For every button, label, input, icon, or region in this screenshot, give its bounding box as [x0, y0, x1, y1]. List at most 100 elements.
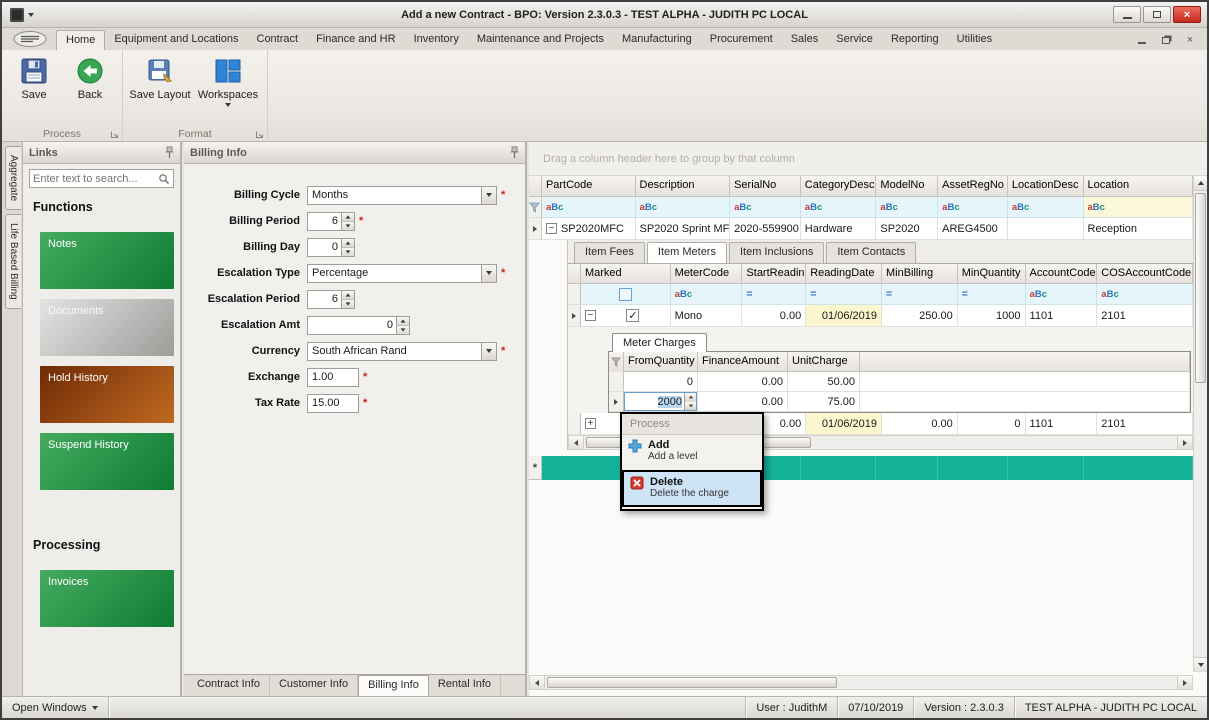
ribbon-tab-utilities[interactable]: Utilities [948, 30, 1001, 50]
grid-horizontal-scrollbar[interactable] [529, 675, 1193, 690]
open-windows-button[interactable]: Open Windows [2, 697, 108, 718]
stepper-arrows-icon[interactable] [684, 393, 696, 410]
tab-meter-charges[interactable]: Meter Charges [612, 333, 707, 352]
filter-cell-assetregno[interactable]: aBc [938, 197, 1008, 218]
suspend-history-tile[interactable]: Suspend History [40, 433, 174, 490]
column-header-partcode[interactable]: PartCode [542, 176, 636, 197]
filter-cell-serialno[interactable]: aBc [730, 197, 801, 218]
mdi-close-button[interactable]: × [1181, 33, 1199, 47]
table-row[interactable]: 2000 0.00 75.00 [609, 392, 1190, 412]
column-header-metercode[interactable]: MeterCode [671, 264, 743, 284]
scroll-left-icon[interactable] [530, 676, 545, 689]
column-header-financeamount[interactable]: FinanceAmount [698, 352, 788, 372]
chevron-down-icon[interactable] [481, 343, 496, 360]
invoices-tile[interactable]: Invoices [40, 570, 174, 627]
column-header-minquantity[interactable]: MinQuantity [958, 264, 1026, 284]
save-layout-button[interactable]: Save Layout [129, 54, 191, 101]
column-header-serialno[interactable]: SerialNo [730, 176, 801, 197]
tab-item-fees[interactable]: Item Fees [574, 242, 645, 263]
context-menu-delete[interactable]: Delete Delete the charge [622, 470, 762, 507]
billing-cycle-select[interactable]: Months [307, 186, 497, 205]
currency-select[interactable]: South African Rand [307, 342, 497, 361]
scroll-right-icon[interactable] [1177, 436, 1192, 449]
mdi-minimize-button[interactable] [1133, 33, 1151, 47]
filter-cell-readingdate[interactable]: = [806, 284, 882, 305]
escalation-type-select[interactable]: Percentage [307, 264, 497, 283]
column-header-marked[interactable]: Marked [581, 264, 671, 284]
table-row[interactable]: 0 0.00 50.00 [609, 372, 1190, 392]
column-header-unitcharge[interactable]: UnitCharge [788, 352, 860, 372]
column-header-description[interactable]: Description [636, 176, 731, 197]
group-dialog-launcher-icon[interactable] [110, 130, 119, 139]
column-header-assetregno[interactable]: AssetRegNo [938, 176, 1008, 197]
hold-history-tile[interactable]: Hold History [40, 366, 174, 423]
ribbon-tab-contract[interactable]: Contract [248, 30, 308, 50]
column-header-modelno[interactable]: ModelNo [876, 176, 938, 197]
table-row[interactable]: Mono 0.00 01/06/2019 250.00 1000 1101 21… [568, 305, 1193, 327]
maximize-button[interactable] [1143, 6, 1171, 23]
tax-rate-field[interactable]: 15.00 [307, 394, 359, 413]
tab-rental-info[interactable]: Rental Info [429, 675, 501, 696]
ribbon-tab-sales[interactable]: Sales [782, 30, 828, 50]
marked-checkbox[interactable] [626, 309, 639, 322]
column-header-fromquantity[interactable]: FromQuantity [624, 352, 698, 372]
filter-cell-modelno[interactable]: aBc [876, 197, 938, 218]
pin-icon[interactable] [165, 146, 174, 159]
back-button[interactable]: Back [64, 54, 116, 101]
collapse-row-icon[interactable] [546, 223, 557, 234]
grid-vertical-scrollbar[interactable] [1193, 176, 1207, 672]
ribbon-tab-reporting[interactable]: Reporting [882, 30, 948, 50]
filter-cell-minquantity[interactable]: = [958, 284, 1026, 305]
context-menu-add[interactable]: Add Add a level [622, 435, 762, 468]
tab-item-meters[interactable]: Item Meters [647, 242, 727, 263]
filter-cell-marked[interactable] [581, 284, 671, 305]
filter-cell-minbilling[interactable]: = [882, 284, 958, 305]
chevron-down-icon[interactable] [481, 187, 496, 204]
ribbon-tab-home[interactable]: Home [56, 30, 105, 50]
filter-cell-categorydesc[interactable]: aBc [801, 197, 877, 218]
stepper-arrows-icon[interactable] [341, 291, 354, 308]
escalation-period-stepper[interactable]: 6 [307, 290, 355, 309]
column-header-minbilling[interactable]: MinBilling [882, 264, 958, 284]
collapse-row-icon[interactable] [585, 310, 596, 321]
group-dialog-launcher-icon[interactable] [255, 130, 264, 139]
scroll-up-icon[interactable] [1194, 176, 1207, 191]
documents-tile[interactable]: Documents [40, 299, 174, 356]
billing-period-stepper[interactable]: 6 [307, 212, 355, 231]
workspaces-button[interactable]: Workspaces [195, 54, 261, 107]
expand-row-icon[interactable] [585, 418, 596, 429]
column-header-accountcode[interactable]: AccountCode [1026, 264, 1098, 284]
scroll-left-icon[interactable] [569, 436, 584, 449]
scrollbar-thumb[interactable] [547, 677, 837, 688]
notes-tile[interactable]: Notes [40, 232, 174, 289]
tab-contract-info[interactable]: Contract Info [188, 675, 270, 696]
quick-access-dropdown-icon[interactable] [28, 13, 34, 17]
column-header-startreading[interactable]: StartReading [742, 264, 806, 284]
filter-cell-cosaccountcode[interactable]: aBc [1097, 284, 1193, 305]
billing-day-stepper[interactable]: 0 [307, 238, 355, 257]
tab-customer-info[interactable]: Customer Info [270, 675, 358, 696]
save-button[interactable]: Save [8, 54, 60, 101]
ribbon-tab-inventory[interactable]: Inventory [405, 30, 468, 50]
table-row[interactable]: SP2020MFC SP2020 Sprint MFC 2020-559900 … [529, 218, 1193, 240]
stepper-arrows-icon[interactable] [341, 239, 354, 256]
tab-billing-info[interactable]: Billing Info [358, 675, 429, 696]
stepper-arrows-icon[interactable] [341, 213, 354, 230]
application-menu-button[interactable] [8, 29, 52, 49]
vertical-tab-aggregate[interactable]: Aggregate [5, 146, 21, 210]
ribbon-tab-maintenance-and-projects[interactable]: Maintenance and Projects [468, 30, 613, 50]
filter-cell-locationdesc[interactable]: aBc [1008, 197, 1084, 218]
links-search-input[interactable] [33, 173, 158, 185]
mdi-restore-button[interactable] [1157, 33, 1175, 47]
column-header-cosaccountcode[interactable]: COSAccountCode [1097, 264, 1193, 284]
minimize-button[interactable] [1113, 6, 1141, 23]
tab-item-inclusions[interactable]: Item Inclusions [729, 242, 824, 263]
escalation-amt-stepper[interactable]: 0 [307, 316, 410, 335]
fromquantity-editor[interactable]: 2000 [624, 392, 697, 411]
group-by-hint[interactable]: Drag a column header here to group by th… [529, 142, 1207, 176]
scroll-right-icon[interactable] [1177, 676, 1192, 689]
tab-item-contacts[interactable]: Item Contacts [826, 242, 916, 263]
chevron-down-icon[interactable] [481, 265, 496, 282]
filter-cell-startreading[interactable]: = [742, 284, 806, 305]
ribbon-tab-finance-and-hr[interactable]: Finance and HR [307, 30, 405, 50]
